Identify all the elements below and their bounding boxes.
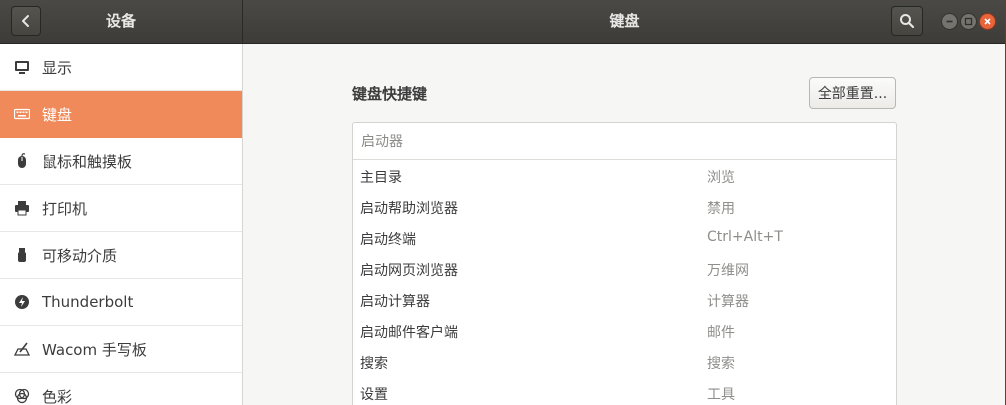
tablet-icon [14, 341, 30, 357]
sidebar-item-label: 可移动介质 [42, 246, 118, 265]
sidebar-item-label: 显示 [42, 58, 73, 77]
sidebar-item-display[interactable]: 显示 [0, 44, 242, 91]
display-icon [14, 59, 30, 75]
keyboard-icon [14, 106, 30, 122]
printer-icon [14, 200, 30, 216]
shortcut-row[interactable]: 主目录 浏览 [353, 160, 896, 191]
sidebar-item-label: Wacom 手写板 [42, 340, 147, 359]
maximize-icon [964, 17, 973, 26]
shortcut-accel: 工具 [707, 387, 735, 403]
shortcut-row[interactable]: 启动帮助浏览器 禁用 [353, 191, 896, 222]
minimize-button[interactable] [941, 13, 958, 30]
shortcut-name: 启动网页浏览器 [360, 263, 458, 279]
shortcut-name: 启动终端 [360, 232, 416, 248]
shortcut-accel: 浏览 [707, 170, 735, 186]
sidebar-item-label: 打印机 [42, 199, 88, 218]
group-header: 启动器 [353, 123, 896, 160]
reset-all-button[interactable]: 全部重置... [809, 77, 896, 109]
shortcut-row[interactable]: 启动邮件客户端 邮件 [353, 315, 896, 346]
shortcut-accel: Ctrl+Alt+T [707, 229, 783, 245]
color-icon [14, 388, 30, 404]
shortcut-name: 启动计算器 [360, 294, 430, 310]
shortcut-name: 启动邮件客户端 [360, 325, 458, 341]
shortcut-row[interactable]: 启动计算器 计算器 [353, 284, 896, 315]
section-title: 键盘快捷键 [352, 85, 428, 103]
thunderbolt-icon [14, 294, 30, 310]
minimize-icon [946, 20, 953, 23]
shortcut-accel: 计算器 [707, 294, 749, 310]
close-button[interactable] [979, 13, 996, 30]
sidebar-item-color[interactable]: 色彩 [0, 373, 242, 405]
shortcut-name: 主目录 [360, 170, 402, 186]
search-button[interactable] [891, 6, 923, 36]
back-button[interactable] [11, 6, 41, 36]
sidebar: 显示 键盘 鼠标和触摸板 打印机 可移动介质 Thunderbolt Wacom… [0, 44, 243, 405]
maximize-button[interactable] [960, 13, 977, 30]
sidebar-item-wacom-tablet[interactable]: Wacom 手写板 [0, 326, 242, 373]
sidebar-item-label: Thunderbolt [42, 293, 134, 311]
search-icon [900, 14, 915, 29]
sidebar-item-label: 键盘 [42, 105, 73, 124]
sidebar-title: 设备 [105, 12, 136, 30]
sidebar-item-label: 鼠标和触摸板 [42, 152, 133, 171]
sidebar-header: 设备 [0, 0, 242, 43]
shortcut-accel: 万维网 [707, 263, 749, 279]
sidebar-item-printer[interactable]: 打印机 [0, 185, 242, 232]
mouse-icon [14, 153, 30, 169]
shortcut-row[interactable]: 搜索 搜索 [353, 346, 896, 377]
shortcut-accel: 禁用 [707, 201, 735, 217]
shortcut-list: 启动器 主目录 浏览 启动帮助浏览器 禁用 启动终端 Ctrl+Alt+T 启动… [352, 122, 897, 405]
shortcut-name: 启动帮助浏览器 [360, 201, 458, 217]
shortcut-accel: 邮件 [707, 325, 735, 341]
sidebar-item-mouse[interactable]: 鼠标和触摸板 [0, 138, 242, 185]
sidebar-item-removable-media[interactable]: 可移动介质 [0, 232, 242, 279]
back-arrow-icon [22, 15, 29, 27]
close-icon [984, 18, 991, 25]
shortcut-name: 搜索 [360, 356, 388, 372]
sidebar-item-label: 色彩 [42, 387, 73, 405]
shortcut-row[interactable]: 启动终端 Ctrl+Alt+T [353, 222, 896, 253]
header-bar: 设备 键盘 [0, 0, 1006, 44]
shortcut-row[interactable]: 设置 工具 [353, 377, 896, 405]
sidebar-item-thunderbolt[interactable]: Thunderbolt [0, 279, 242, 326]
sidebar-item-keyboard[interactable]: 键盘 [0, 91, 242, 138]
settings-window: 设备 键盘 显示 键盘 鼠标和触摸板 打印机 可移动介质 Thunderbolt… [0, 0, 1006, 405]
shortcut-name: 设置 [360, 387, 388, 403]
shortcut-accel: 搜索 [707, 356, 735, 372]
shortcut-row[interactable]: 启动网页浏览器 万维网 [353, 253, 896, 284]
removable-media-icon [14, 247, 30, 263]
